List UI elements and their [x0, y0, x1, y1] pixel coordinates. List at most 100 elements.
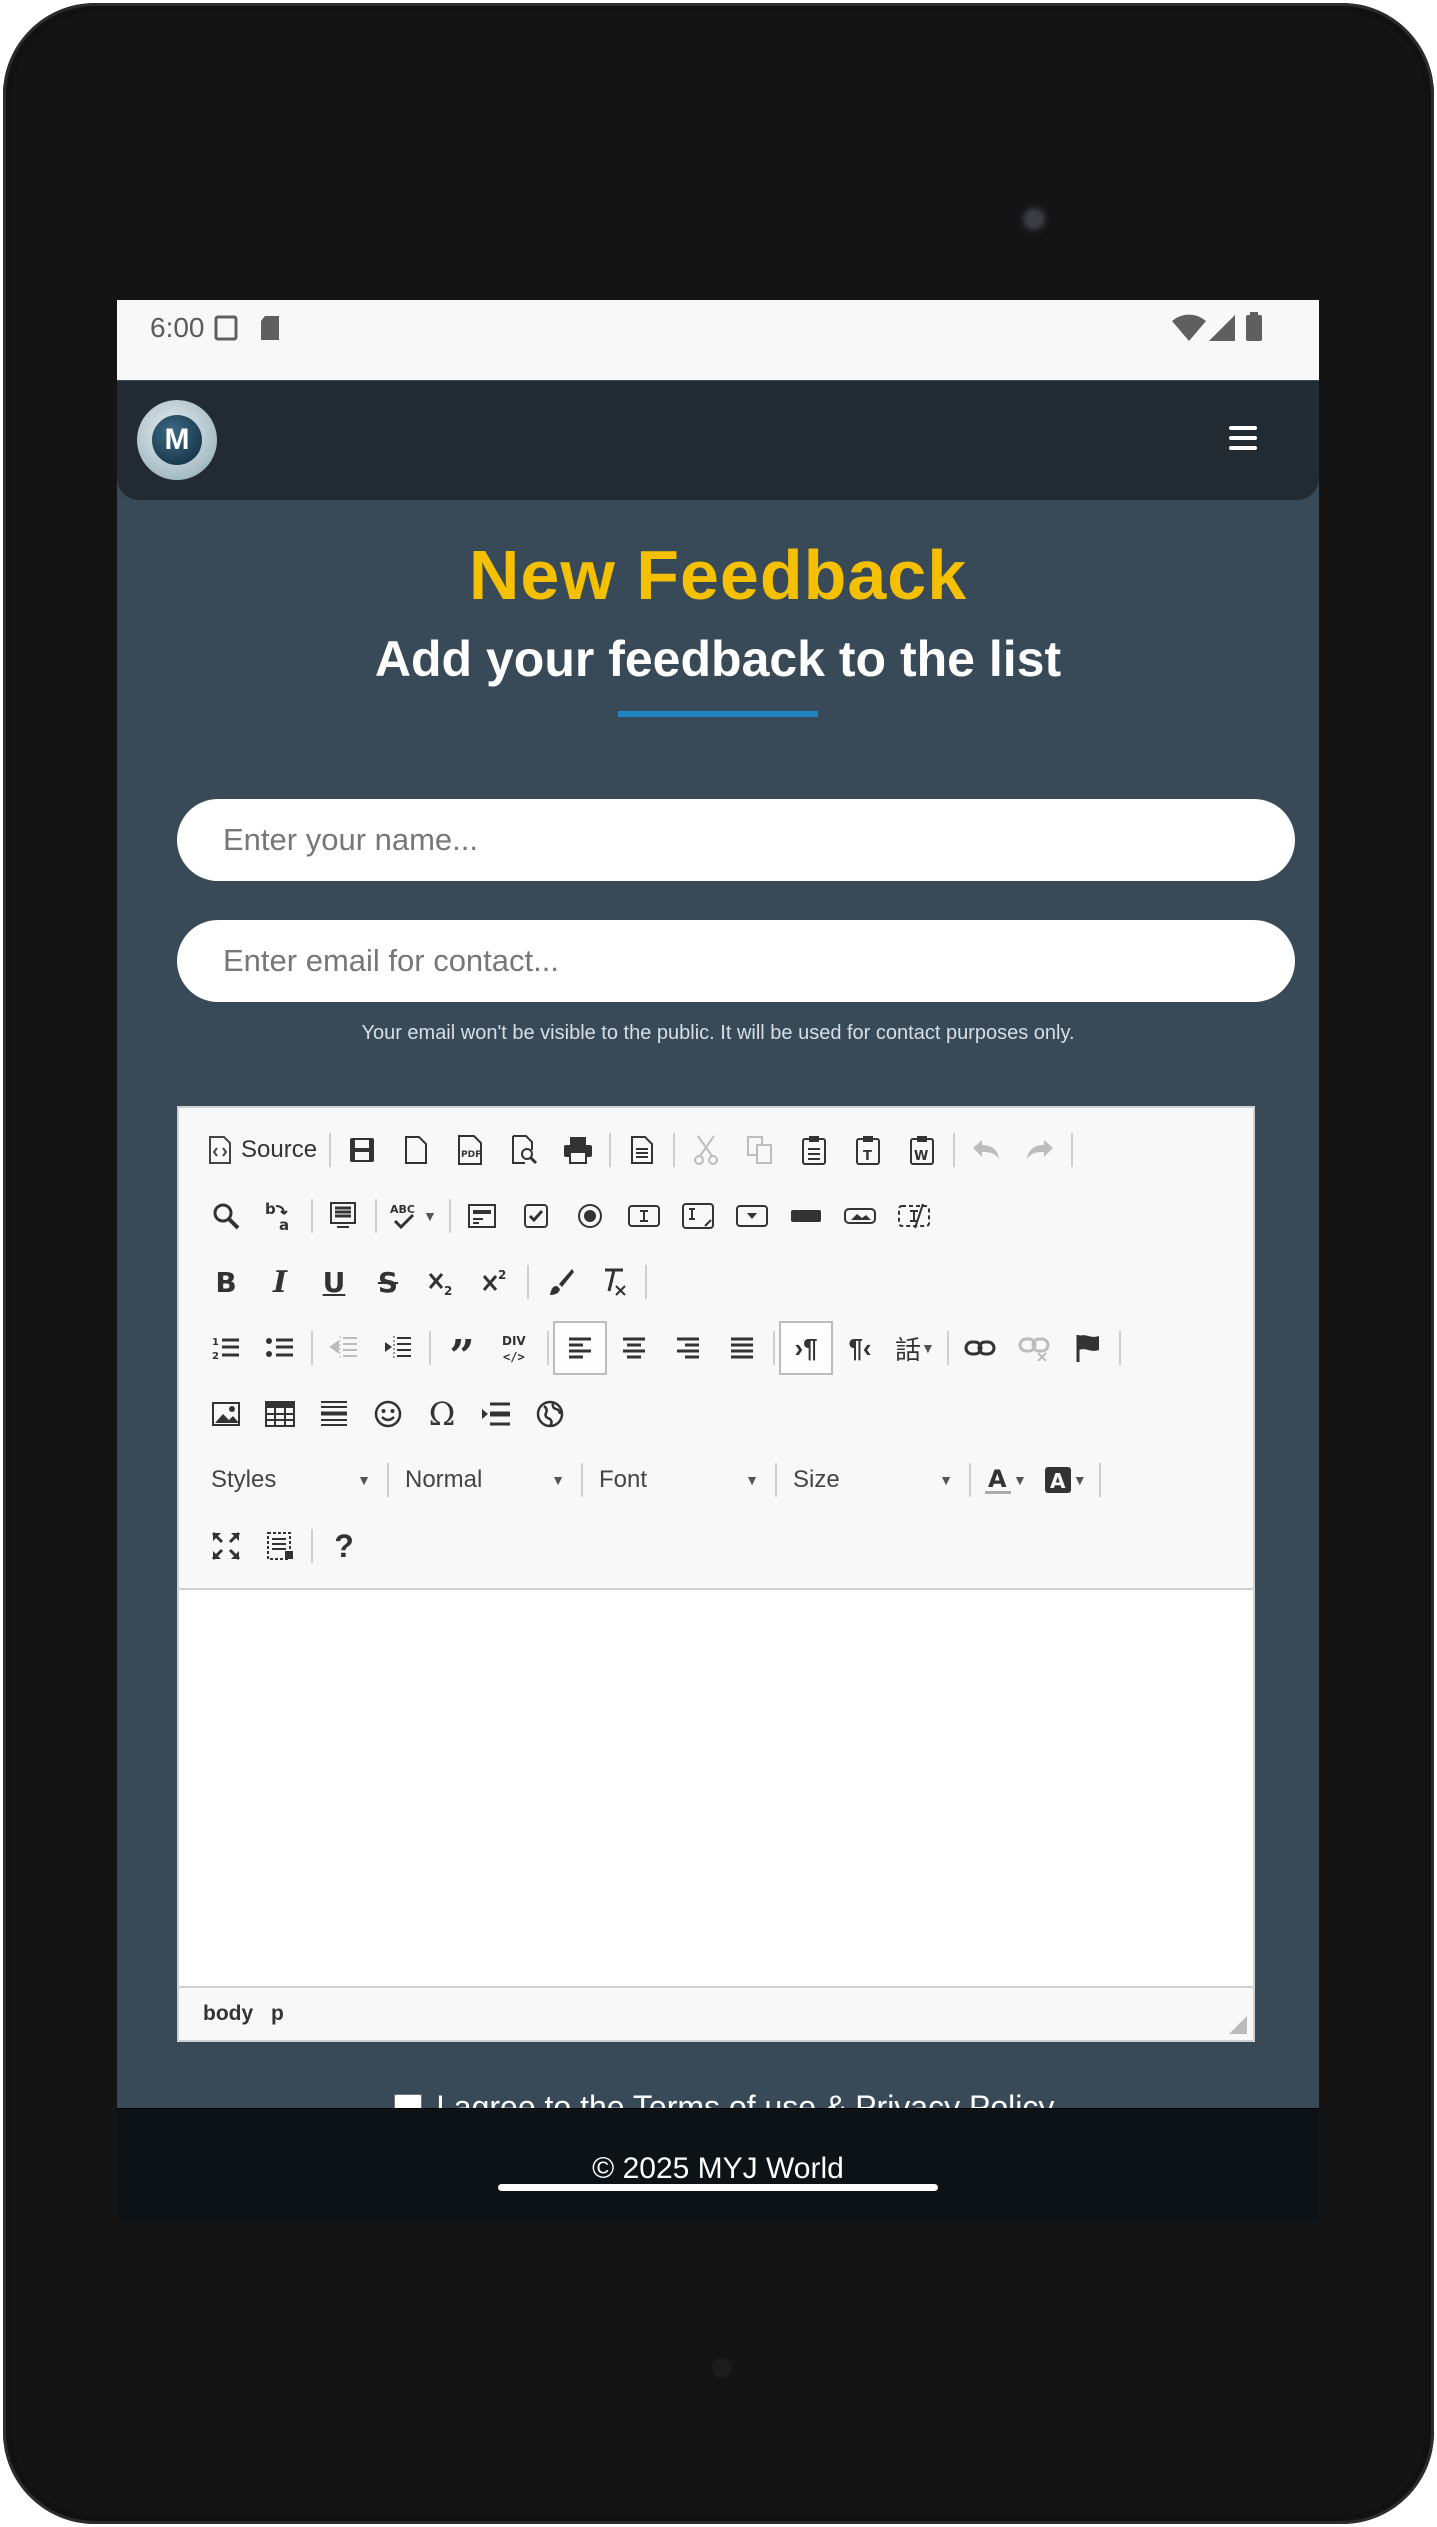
svg-text:1: 1	[212, 1337, 219, 1348]
background-color-button[interactable]: A ▼	[1035, 1453, 1095, 1507]
save-button[interactable]	[335, 1123, 389, 1177]
resize-handle[interactable]	[1229, 2016, 1247, 2034]
cut-button[interactable]	[679, 1123, 733, 1177]
table-icon	[265, 1401, 295, 1427]
special-char-button[interactable]: Ω	[415, 1387, 469, 1441]
maximize-button[interactable]	[199, 1519, 253, 1573]
copy-formatting-button[interactable]	[533, 1255, 587, 1309]
strikethrough-button[interactable]: S	[361, 1255, 415, 1309]
page-break-icon	[482, 1402, 510, 1426]
replace-button[interactable]: ba	[253, 1189, 307, 1243]
source-button[interactable]: Source	[199, 1123, 325, 1177]
align-center-button[interactable]	[607, 1321, 661, 1375]
text-direction-ltr-button[interactable]: ›¶	[779, 1321, 833, 1375]
subscript-icon: 2	[428, 1273, 452, 1297]
svg-text:a: a	[279, 1216, 289, 1232]
iframe-button[interactable]	[523, 1387, 577, 1441]
remove-format-button[interactable]	[587, 1255, 641, 1309]
path-p[interactable]: p	[271, 2002, 284, 2026]
underline-button[interactable]: U	[307, 1255, 361, 1309]
background-color-icon: A	[1044, 1467, 1071, 1493]
outdent-button[interactable]	[317, 1321, 371, 1375]
undo-button[interactable]	[959, 1123, 1013, 1177]
horizontal-line-button[interactable]	[307, 1387, 361, 1441]
name-input[interactable]	[177, 799, 1295, 881]
unlink-button[interactable]	[1007, 1321, 1061, 1375]
help-icon: ?	[334, 1527, 354, 1564]
textarea-button[interactable]	[671, 1189, 725, 1243]
bulleted-list-icon	[266, 1338, 293, 1357]
link-button[interactable]	[953, 1321, 1007, 1375]
templates-button[interactable]	[615, 1123, 669, 1177]
email-input[interactable]	[177, 920, 1295, 1002]
radio-button[interactable]	[563, 1189, 617, 1243]
sensor-dot	[712, 2358, 732, 2378]
image-button-field-button[interactable]	[833, 1189, 887, 1243]
outdent-icon	[329, 1336, 357, 1360]
find-button[interactable]	[199, 1189, 253, 1243]
image-button[interactable]	[199, 1387, 253, 1441]
button-field-button[interactable]	[779, 1189, 833, 1243]
menu-icon[interactable]	[1229, 426, 1257, 452]
text-field-button[interactable]	[617, 1189, 671, 1243]
table-button[interactable]	[253, 1387, 307, 1441]
site-logo[interactable]: M	[137, 400, 217, 480]
copy-button[interactable]	[733, 1123, 787, 1177]
email-note: Your email won't be visible to the publi…	[361, 1022, 1075, 1044]
text-direction-rtl-button[interactable]: ¶‹	[833, 1321, 887, 1375]
editor-content-area[interactable]	[179, 1590, 1253, 1990]
svg-text:PDF: PDF	[461, 1150, 481, 1160]
path-body[interactable]: body	[203, 2002, 253, 2026]
format-dropdown[interactable]: Normal ▼	[393, 1453, 577, 1507]
text-color-button[interactable]: A ▼	[975, 1453, 1035, 1507]
preview-button[interactable]	[497, 1123, 551, 1177]
font-dropdown[interactable]: Font ▼	[587, 1453, 771, 1507]
bold-button[interactable]: B	[199, 1255, 253, 1309]
hidden-field-button[interactable]	[887, 1189, 941, 1243]
export-pdf-button[interactable]: PDF	[443, 1123, 497, 1177]
form-button[interactable]	[455, 1189, 509, 1243]
italic-button[interactable]: I	[253, 1255, 307, 1309]
select-field-button[interactable]	[725, 1189, 779, 1243]
subscript-button[interactable]: 2	[415, 1255, 469, 1309]
new-page-button[interactable]	[389, 1123, 443, 1177]
justify-button[interactable]	[715, 1321, 769, 1375]
checkbox-button[interactable]	[509, 1189, 563, 1243]
svg-text:A: A	[988, 1465, 1007, 1493]
show-blocks-button[interactable]	[253, 1519, 307, 1573]
paste-word-button[interactable]: W	[895, 1123, 949, 1177]
align-left-button[interactable]	[553, 1321, 607, 1375]
select-all-button[interactable]	[317, 1189, 371, 1243]
anchor-button[interactable]	[1061, 1321, 1115, 1375]
help-button[interactable]: ?	[317, 1519, 371, 1573]
styles-label: Styles	[211, 1466, 277, 1493]
paste-button[interactable]	[787, 1123, 841, 1177]
blockquote-button[interactable]: ”	[435, 1321, 489, 1379]
div-container-icon: DIV </>	[502, 1334, 526, 1364]
align-right-button[interactable]	[661, 1321, 715, 1375]
print-button[interactable]	[551, 1123, 605, 1177]
sd-card-icon	[261, 316, 279, 340]
language-button[interactable]: 話 ▼	[887, 1321, 943, 1375]
styles-dropdown[interactable]: Styles ▼	[199, 1453, 383, 1507]
numbered-list-button[interactable]: 12	[199, 1321, 253, 1375]
spellcheck-button[interactable]: ABC ▼	[381, 1189, 445, 1243]
horizontal-line-icon	[321, 1401, 347, 1426]
superscript-button[interactable]: 2	[469, 1255, 523, 1309]
site-footer: © 2025 MYJ World	[117, 2108, 1319, 2221]
size-label: Size	[793, 1466, 840, 1493]
smiley-button[interactable]	[361, 1387, 415, 1441]
indent-button[interactable]	[371, 1321, 425, 1375]
gesture-home-bar[interactable]	[498, 2184, 938, 2191]
create-div-button[interactable]: DIV </>	[489, 1321, 543, 1375]
paste-icon	[802, 1136, 827, 1165]
paintbrush-icon	[550, 1269, 574, 1295]
redo-icon	[1027, 1140, 1054, 1159]
link-icon	[964, 1340, 996, 1356]
size-dropdown[interactable]: Size ▼	[781, 1453, 965, 1507]
bulleted-list-button[interactable]	[253, 1321, 307, 1375]
status-bar: 6:00	[117, 300, 1319, 380]
redo-button[interactable]	[1013, 1123, 1067, 1177]
paste-text-button[interactable]: T	[841, 1123, 895, 1177]
page-break-button[interactable]	[469, 1387, 523, 1441]
